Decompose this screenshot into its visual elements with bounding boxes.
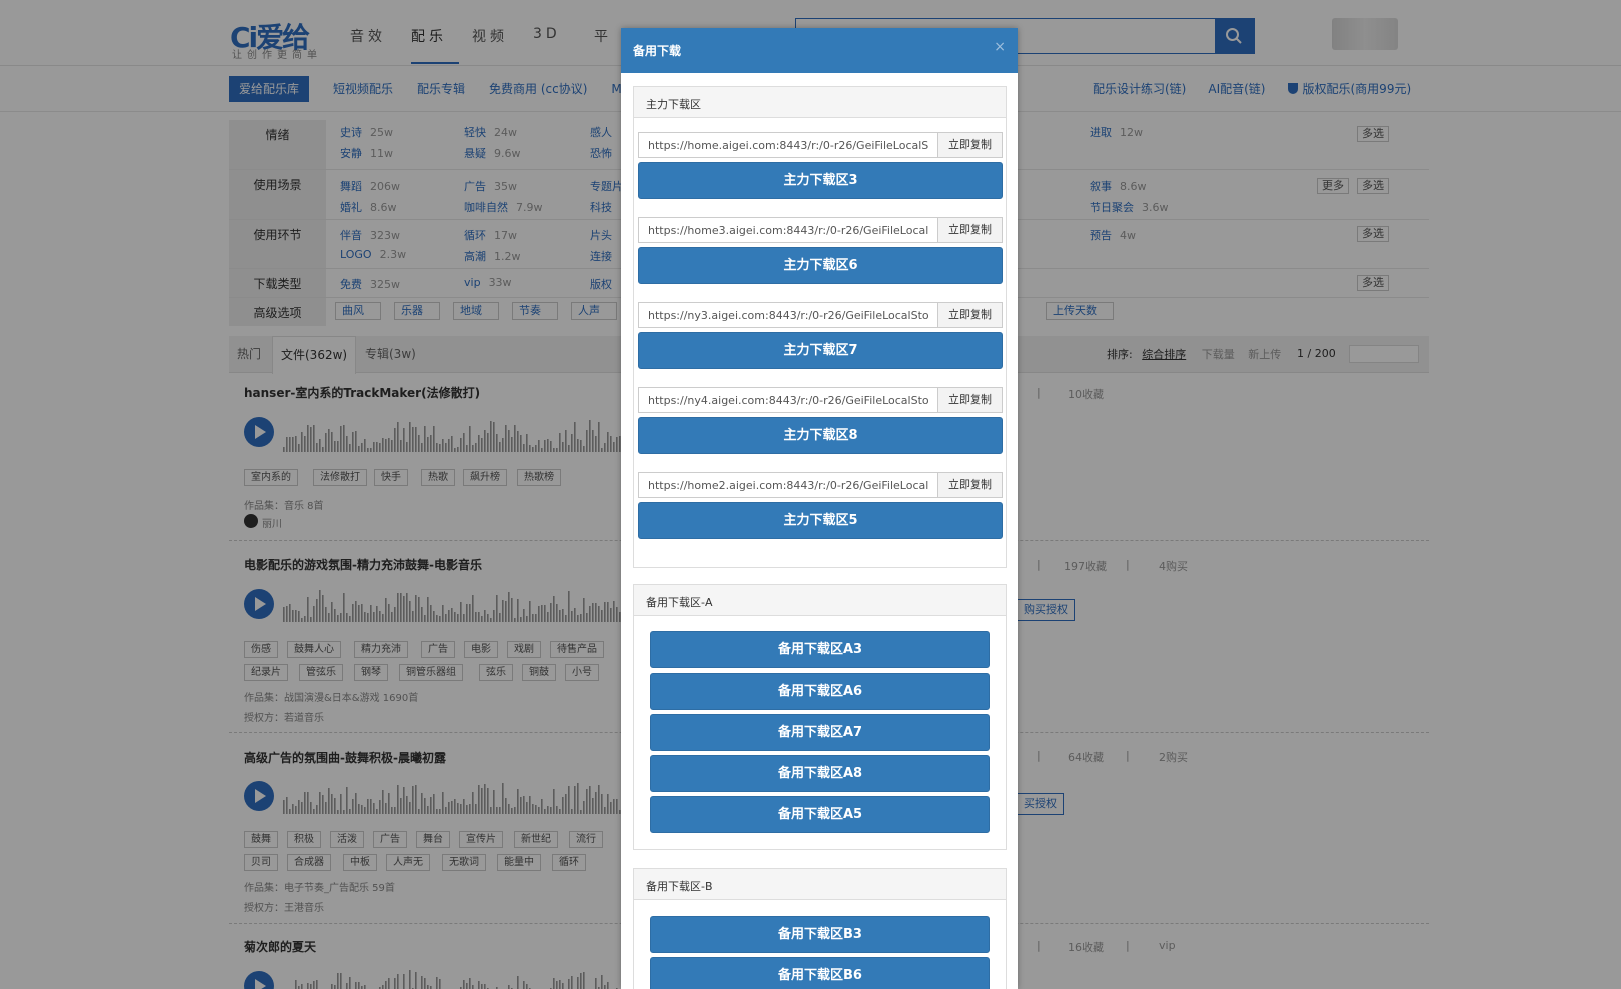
- download-url-field[interactable]: [639, 473, 938, 497]
- backup-download-button[interactable]: 备用下载区A5: [650, 796, 990, 833]
- url-row: 立即复制: [638, 132, 1003, 158]
- main-download-button[interactable]: 主力下载区3: [638, 162, 1003, 199]
- backup-download-button[interactable]: 备用下载区A8: [650, 755, 990, 792]
- backup-download-button[interactable]: 备用下载区A6: [650, 673, 990, 710]
- backup-download-button[interactable]: 备用下载区B6: [650, 957, 990, 989]
- backup-download-button[interactable]: 备用下载区B3: [650, 916, 990, 953]
- url-row: 立即复制: [638, 387, 1003, 413]
- close-icon[interactable]: ×: [994, 39, 1006, 55]
- download-url-field[interactable]: [639, 303, 938, 327]
- modal-title: 备用下载: [633, 44, 682, 58]
- copy-button[interactable]: 立即复制: [938, 218, 1002, 242]
- copy-button[interactable]: 立即复制: [938, 133, 1002, 157]
- modal-header: 备用下载 ×: [621, 28, 1018, 73]
- url-row: 立即复制: [638, 217, 1003, 243]
- url-row: 立即复制: [638, 472, 1003, 498]
- main-download-panel: 主力下载区 立即复制 主力下载区3 立即复制 主力下载区6 立即复制 主力下载区…: [633, 86, 1007, 568]
- backup-download-modal: 备用下载 × 主力下载区 立即复制 主力下载区3 立即复制 主力下载区6 立即复…: [621, 28, 1018, 989]
- panel-title: 备用下载区-A: [634, 585, 1006, 616]
- backup-download-button[interactable]: 备用下载区A3: [650, 631, 990, 668]
- copy-button[interactable]: 立即复制: [938, 388, 1002, 412]
- backup-download-button[interactable]: 备用下载区A7: [650, 714, 990, 751]
- main-download-button[interactable]: 主力下载区8: [638, 417, 1003, 454]
- panel-title: 主力下载区: [634, 87, 1006, 118]
- url-row: 立即复制: [638, 302, 1003, 328]
- download-url-field[interactable]: [639, 388, 938, 412]
- main-download-button[interactable]: 主力下载区7: [638, 332, 1003, 369]
- main-download-button[interactable]: 主力下载区5: [638, 502, 1003, 539]
- copy-button[interactable]: 立即复制: [938, 473, 1002, 497]
- panel-title: 备用下载区-B: [634, 869, 1006, 900]
- main-download-button[interactable]: 主力下载区6: [638, 247, 1003, 284]
- download-url-field[interactable]: [639, 218, 938, 242]
- copy-button[interactable]: 立即复制: [938, 303, 1002, 327]
- backup-panel-b: 备用下载区-B 备用下载区B3 备用下载区B6: [633, 868, 1007, 989]
- backup-panel-a: 备用下载区-A 备用下载区A3 备用下载区A6 备用下载区A7 备用下载区A8 …: [633, 584, 1007, 850]
- download-url-field[interactable]: [639, 133, 938, 157]
